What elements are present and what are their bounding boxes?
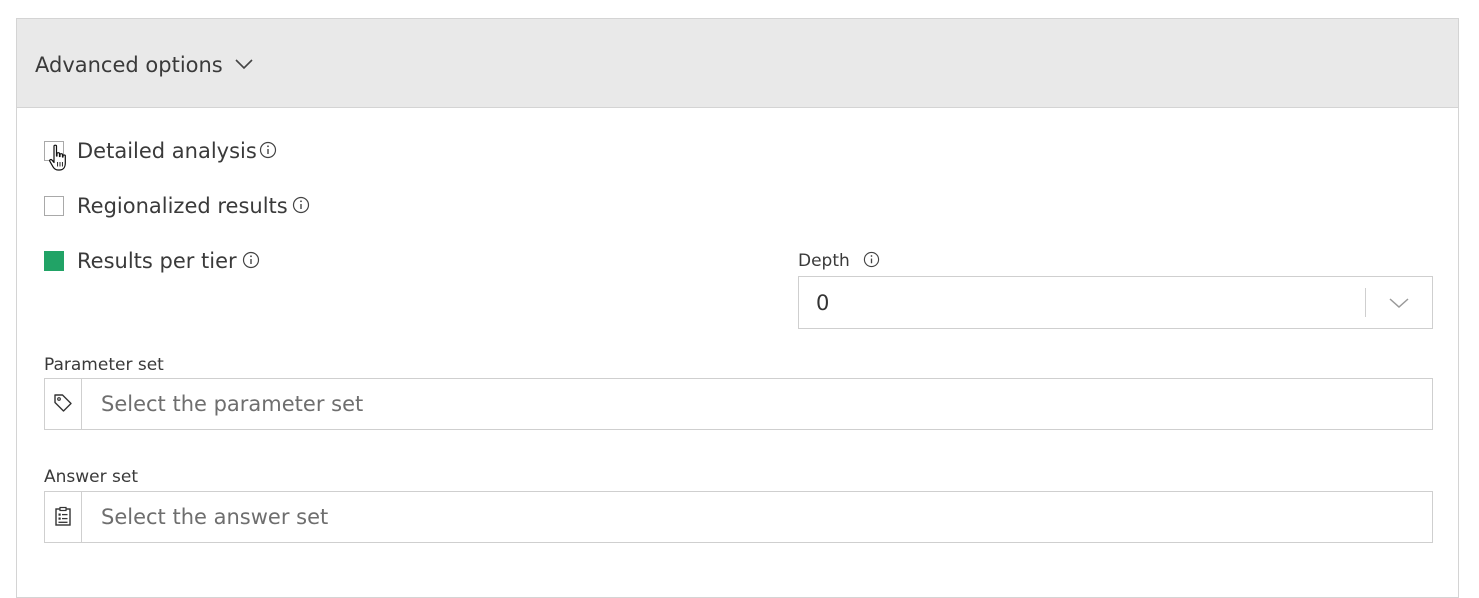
answer-set-label: Answer set <box>44 467 138 487</box>
results-per-tier-checkbox[interactable] <box>44 251 64 271</box>
chevron-down-icon[interactable] <box>233 53 255 75</box>
depth-label: Depth <box>798 251 850 271</box>
panel-title: Advanced options <box>35 53 223 77</box>
regionalized-results-label: Regionalized results <box>77 194 288 218</box>
parameter-set-label: Parameter set <box>44 355 164 375</box>
answer-set-field <box>44 491 1433 543</box>
info-icon[interactable] <box>242 251 260 269</box>
parameter-set-input[interactable] <box>83 379 1423 429</box>
answer-set-input[interactable] <box>83 492 1423 542</box>
clipboard-list-icon <box>55 506 71 526</box>
parameter-set-icon-addon <box>45 379 82 429</box>
detailed-analysis-label: Detailed analysis <box>77 139 257 163</box>
regionalized-results-checkbox[interactable] <box>44 196 64 216</box>
info-icon[interactable] <box>259 141 277 159</box>
advanced-options-header[interactable]: Advanced options <box>17 19 1458 108</box>
info-icon[interactable] <box>292 196 310 214</box>
answer-set-icon-addon <box>45 492 82 542</box>
detailed-analysis-checkbox[interactable] <box>44 141 64 161</box>
results-per-tier-label: Results per tier <box>77 249 237 273</box>
tag-icon <box>54 394 72 412</box>
depth-select[interactable]: 0 <box>798 276 1433 329</box>
info-icon[interactable] <box>863 251 880 268</box>
parameter-set-field <box>44 378 1433 430</box>
select-divider <box>1365 288 1366 317</box>
chevron-down-icon[interactable] <box>1387 292 1411 314</box>
depth-select-value: 0 <box>816 291 830 315</box>
